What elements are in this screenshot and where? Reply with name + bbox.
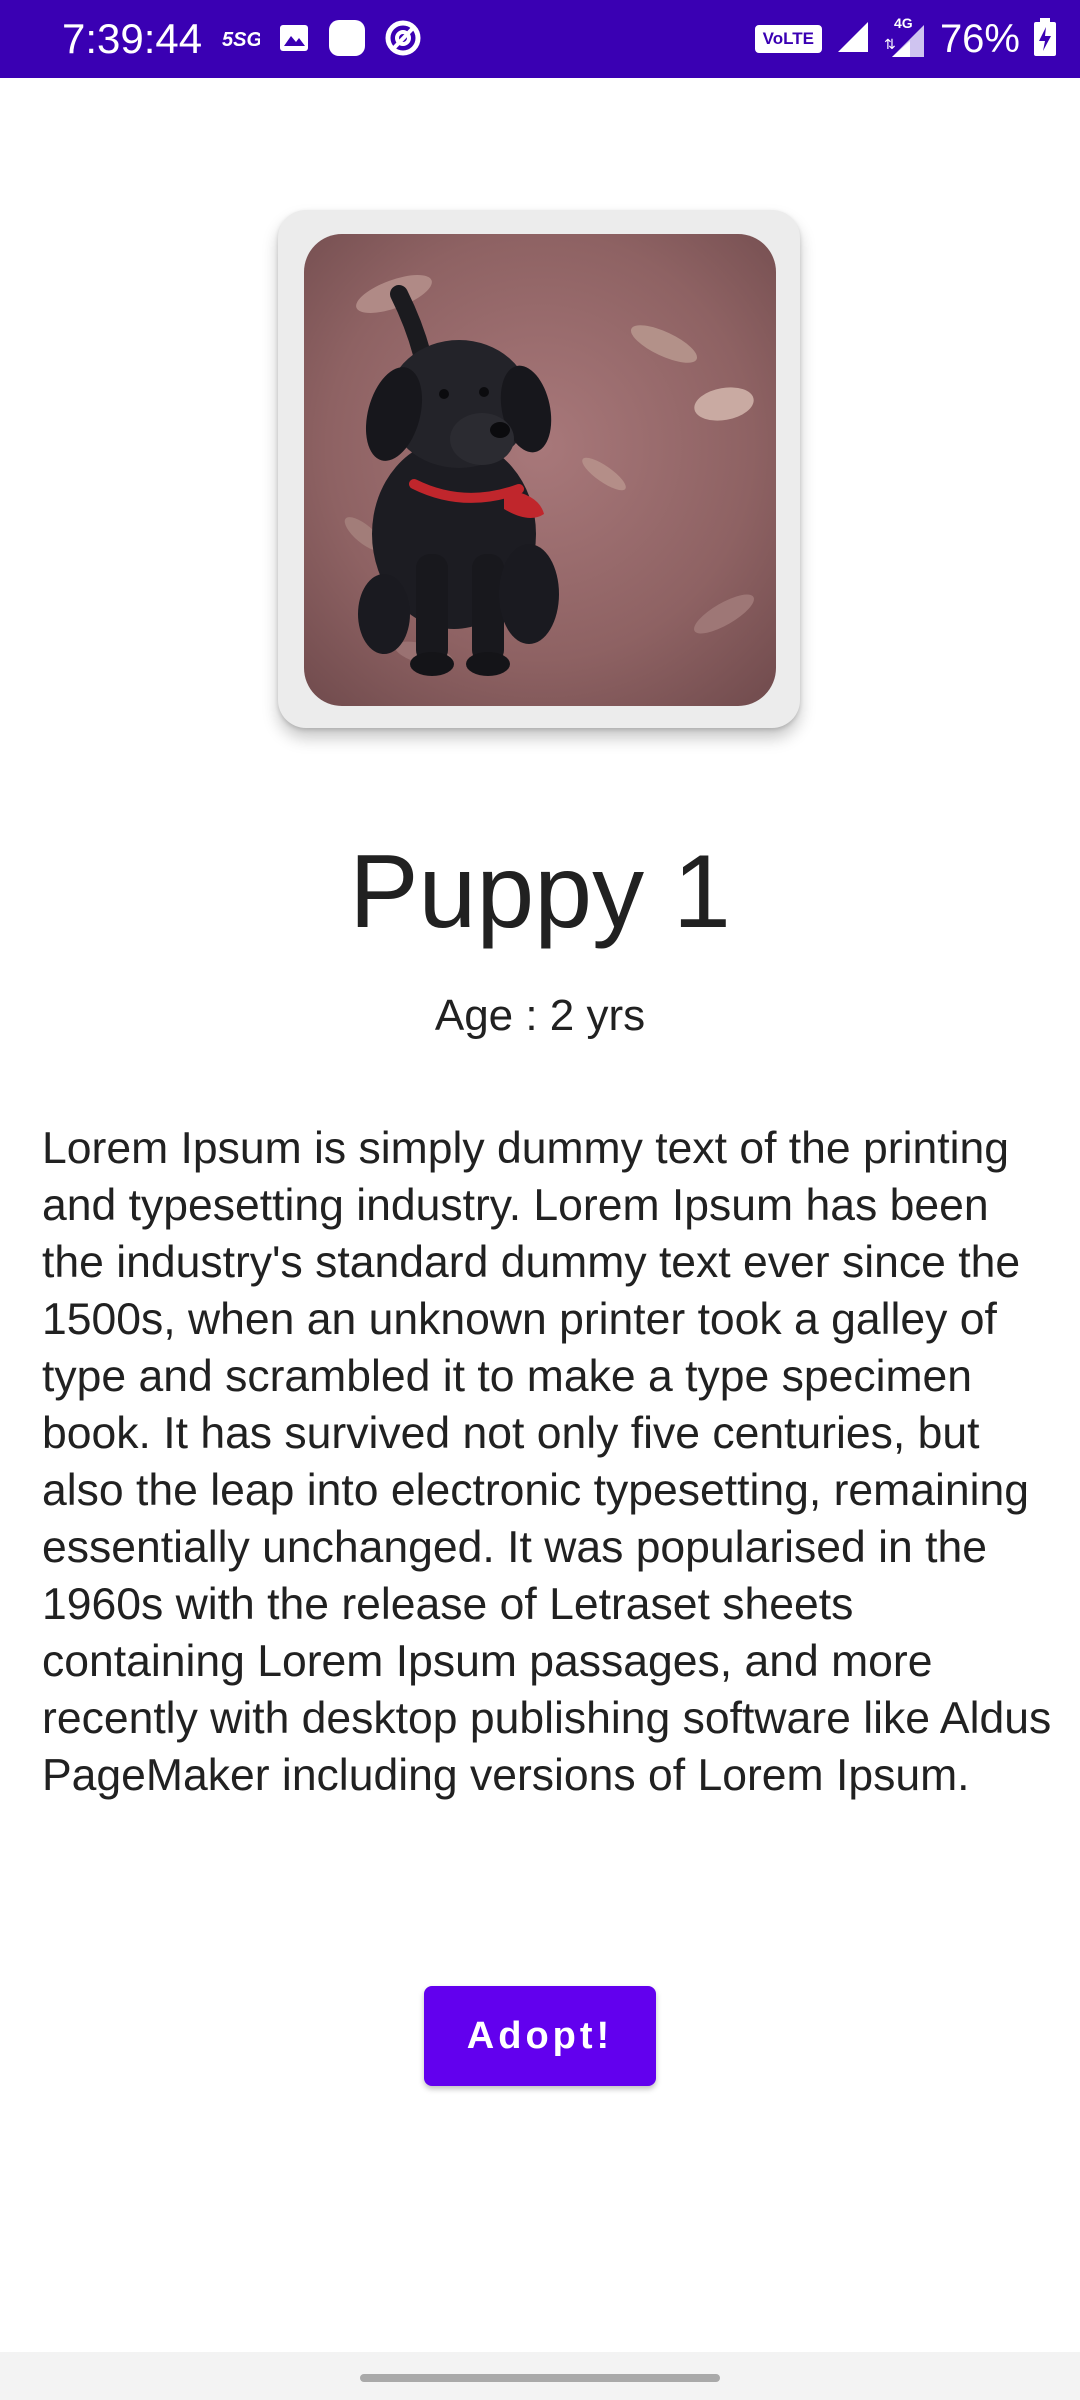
app-icon xyxy=(328,19,366,62)
gesture-nav-bar xyxy=(0,2352,1080,2400)
status-bar: 7:39:44 5SG VoLTE 4G ⇅ 76% xyxy=(0,0,1080,78)
battery-percent: 76% xyxy=(939,17,1020,61)
svg-text:5SG: 5SG xyxy=(222,29,260,51)
status-left-icons: 5SG xyxy=(222,19,422,59)
battery-charging-icon xyxy=(1034,17,1056,61)
pet-age-label: Age : 2 yrs xyxy=(434,991,646,1040)
signal-4g-icon: 4G ⇅ xyxy=(884,15,926,59)
image-icon xyxy=(278,22,310,59)
pet-description: Lorem Ipsum is simply dummy text of the … xyxy=(42,1124,1052,1800)
svg-text:⇅: ⇅ xyxy=(884,36,896,52)
volte-badge: VoLTE xyxy=(754,25,822,53)
pet-photo-card xyxy=(278,210,800,728)
status-time: 7:39:44 xyxy=(62,15,203,62)
adopt-button[interactable]: Adopt! xyxy=(424,1986,656,2086)
puppy-photo xyxy=(304,234,776,706)
home-gesture-handle[interactable] xyxy=(360,2374,720,2382)
data-saver-icon xyxy=(384,19,422,62)
signal-icon xyxy=(836,20,870,59)
5g-sim-icon: 5SG xyxy=(222,23,262,58)
status-right-icons: VoLTE 4G ⇅ 76% xyxy=(754,14,1056,64)
pet-name-title: Puppy 1 xyxy=(349,834,731,950)
